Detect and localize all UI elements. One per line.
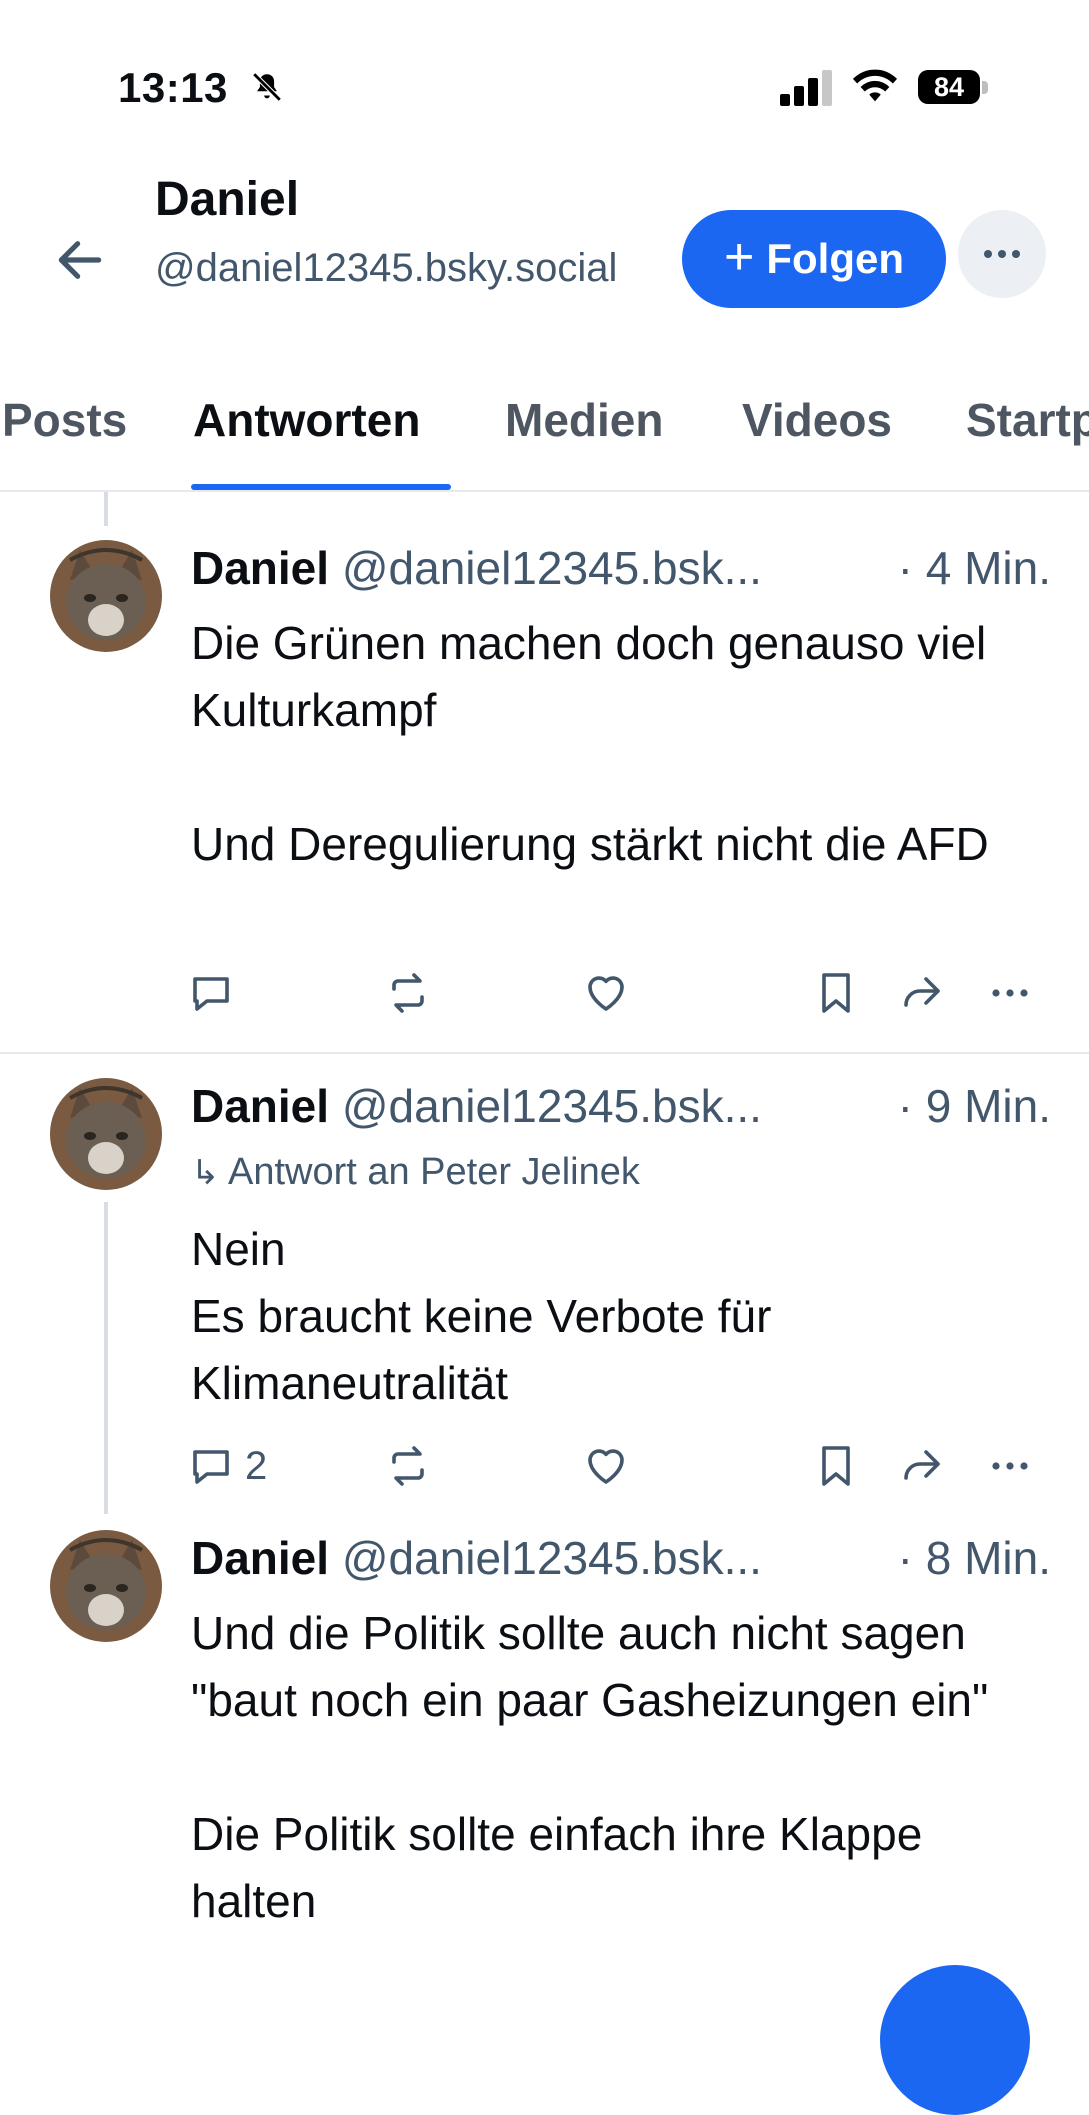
author-name[interactable]: Daniel: [191, 1080, 329, 1132]
post-text: Nein Es braucht keine Verbote für Kliman…: [191, 1223, 772, 1409]
avatar[interactable]: [50, 1530, 162, 1642]
avatar[interactable]: [50, 1078, 162, 1190]
battery-level: 84: [918, 70, 980, 104]
bookmark-button[interactable]: [812, 965, 860, 1021]
bookmark-icon: [822, 1446, 850, 1486]
tab-startpakete[interactable]: Startpakete: [966, 392, 1089, 448]
post-text: Die Grünen machen doch genauso viel Kult…: [191, 617, 989, 870]
reply-button[interactable]: 2: [187, 1438, 267, 1494]
repost-icon: [392, 973, 424, 1013]
follow-label: Folgen: [766, 235, 905, 282]
avatar[interactable]: [50, 540, 162, 652]
heart-icon: [588, 1449, 624, 1484]
reply-to-text: Antwort an Peter Jelinek: [227, 1151, 640, 1193]
reply-to-label[interactable]: ↳ Antwort an Peter Jelinek: [191, 1151, 640, 1194]
tab-medien[interactable]: Medien: [505, 392, 663, 448]
reply-icon: [193, 977, 229, 1011]
bell-muted-icon: [252, 72, 282, 102]
battery-icon: 84: [918, 68, 990, 108]
ellipsis-icon: [992, 1462, 1028, 1470]
profile-handle: @daniel12345.bsky.social: [155, 246, 618, 290]
tab-posts[interactable]: Posts: [2, 392, 127, 448]
status-time: 13:13: [118, 64, 228, 111]
post-divider: [0, 1052, 1089, 1054]
post-header: Daniel @daniel12345.bsk... · 9 Min.: [191, 1078, 1051, 1134]
post-actions: 2: [0, 1438, 1089, 1494]
post-header: Daniel @daniel12345.bsk... · 8 Min.: [191, 1530, 1051, 1586]
repost-button[interactable]: [384, 965, 432, 1021]
reply-count: 2: [245, 1443, 268, 1488]
post-time: · 9 Min.: [897, 1080, 1051, 1132]
post-time: · 4 Min.: [897, 542, 1051, 594]
ellipsis-icon: [992, 989, 1028, 997]
tabs-divider: [0, 490, 1089, 492]
post-header: Daniel @daniel12345.bsk... · 4 Min.: [191, 540, 1051, 596]
like-button[interactable]: [582, 965, 630, 1021]
thread-line: [104, 492, 108, 526]
wifi-icon: [852, 69, 898, 102]
post-time: · 8 Min.: [897, 1532, 1051, 1584]
post-actions: [0, 965, 1089, 1021]
reply-button[interactable]: [187, 965, 235, 1021]
follow-button[interactable]: + Folgen: [682, 210, 946, 308]
reply-arrow-icon: ↳: [191, 1154, 220, 1192]
share-icon: [904, 977, 940, 1007]
tab-antworten[interactable]: Antworten: [193, 392, 420, 448]
share-button[interactable]: [898, 965, 946, 1021]
author-handle[interactable]: @daniel12345.bsk...: [342, 1080, 762, 1132]
share-icon: [904, 1450, 940, 1480]
repost-button[interactable]: [384, 1438, 432, 1494]
author-handle[interactable]: @daniel12345.bsk...: [342, 542, 762, 594]
back-arrow-icon[interactable]: [52, 232, 108, 288]
author-name[interactable]: Daniel: [191, 542, 329, 594]
post-more-button[interactable]: [986, 1438, 1034, 1494]
repost-icon: [392, 1446, 424, 1486]
profile-tabs: Posts Antworten Medien Videos Startpaket…: [0, 392, 1089, 492]
author-handle[interactable]: @daniel12345.bsk...: [342, 1532, 762, 1584]
bookmark-button[interactable]: [812, 1438, 860, 1494]
bookmark-icon: [822, 973, 850, 1013]
signal-icon: [780, 70, 832, 106]
tab-videos[interactable]: Videos: [742, 392, 892, 448]
post-text: Und die Politik sollte auch nicht sagen …: [191, 1607, 989, 1927]
share-button[interactable]: [898, 1438, 946, 1494]
profile-name: Daniel: [155, 173, 300, 226]
reply-icon: [193, 1450, 229, 1484]
plus-icon: +: [723, 228, 755, 286]
ellipsis-icon: [984, 250, 1020, 258]
like-button[interactable]: [582, 1438, 630, 1494]
post-more-button[interactable]: [986, 965, 1034, 1021]
heart-icon: [588, 976, 624, 1011]
author-name[interactable]: Daniel: [191, 1532, 329, 1584]
more-options-button[interactable]: [958, 210, 1046, 298]
compose-button[interactable]: [880, 1965, 1030, 2115]
